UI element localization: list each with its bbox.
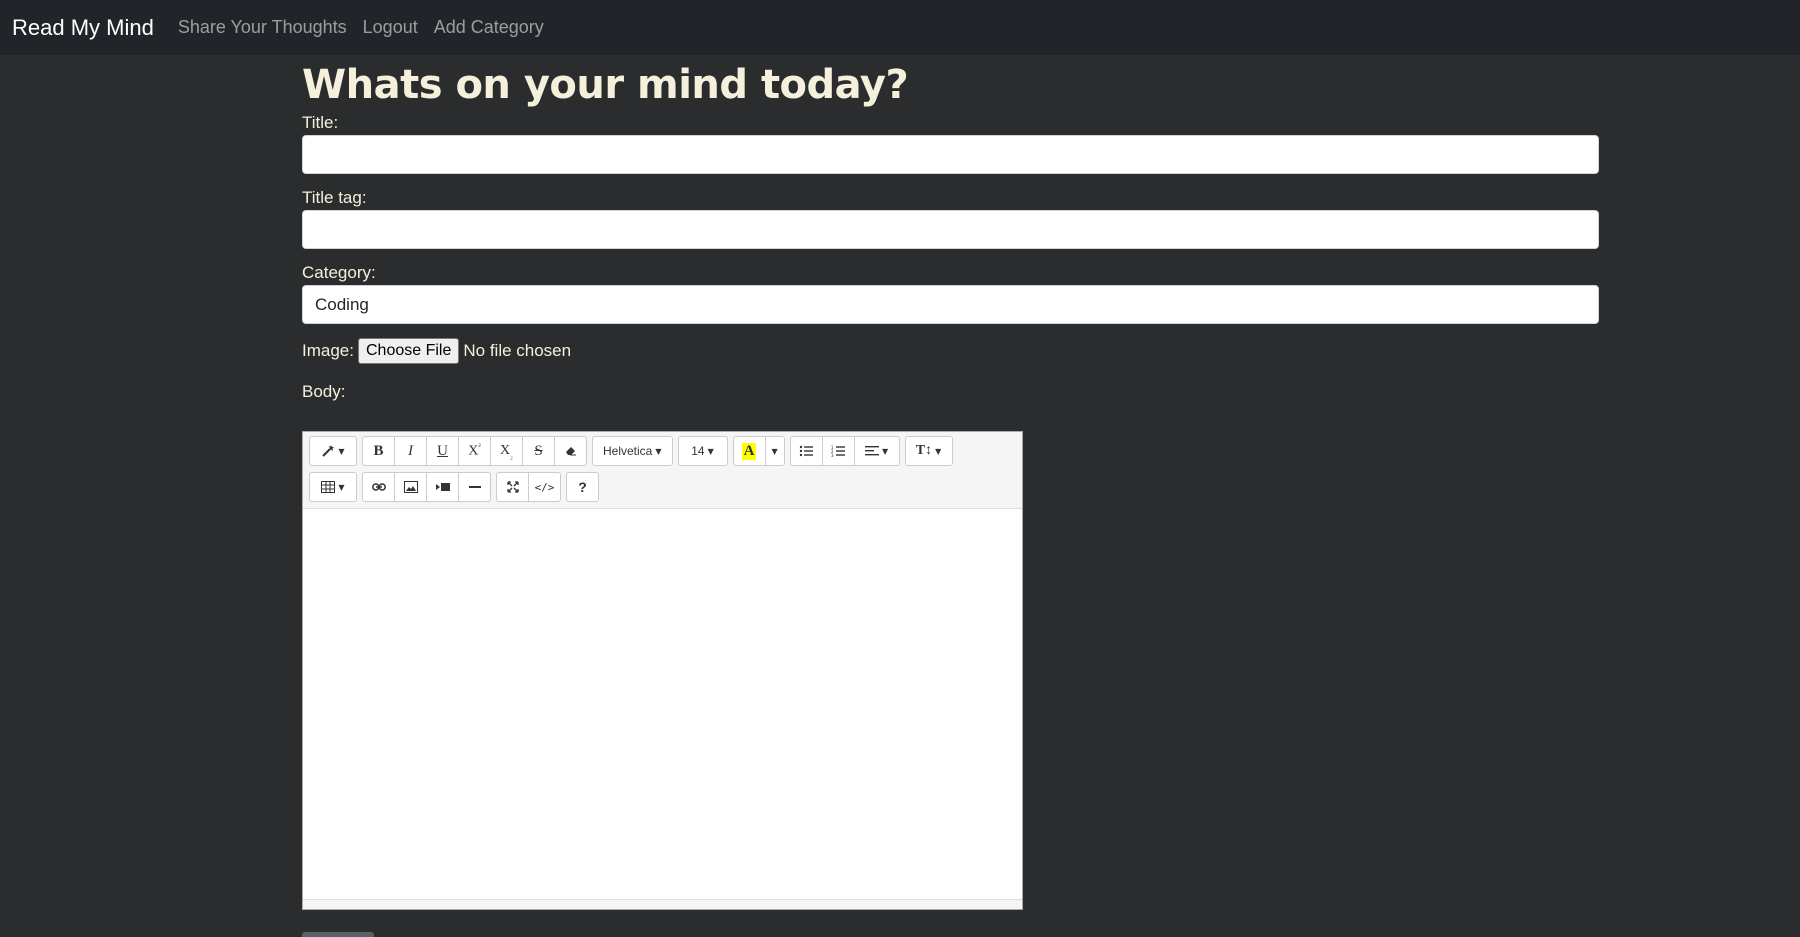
title-tag-input[interactable] bbox=[302, 210, 1599, 249]
highlight-color-button[interactable]: A bbox=[732, 436, 766, 466]
font-name-value: Helvetica bbox=[603, 444, 653, 458]
color-dropdown-button[interactable]: ▼ bbox=[764, 436, 785, 466]
font-name-dropdown[interactable]: Helvetica ▼ bbox=[592, 436, 673, 466]
nav-link-add-category[interactable]: Add Category bbox=[434, 17, 544, 38]
caret-down-icon: ▼ bbox=[881, 446, 889, 456]
picture-icon bbox=[403, 481, 418, 493]
numbered-list-icon: 123 bbox=[831, 445, 846, 457]
caret-down-icon: ▼ bbox=[338, 482, 345, 492]
choose-file-button[interactable]: Choose File bbox=[357, 338, 460, 364]
category-select[interactable]: Coding bbox=[302, 285, 1599, 324]
line-height-dropdown[interactable]: T↕ ▼ bbox=[904, 436, 953, 466]
caret-down-icon: ▼ bbox=[707, 446, 714, 456]
caret-down-icon: ▼ bbox=[935, 446, 942, 456]
insert-link-button[interactable] bbox=[362, 472, 395, 502]
font-size-value: 14 bbox=[691, 444, 705, 458]
no-file-text: No file chosen bbox=[463, 341, 572, 360]
align-left-icon bbox=[864, 446, 879, 456]
highlight-a-icon: A bbox=[741, 442, 757, 460]
style-dropdown-button[interactable]: ▼ bbox=[309, 436, 357, 466]
clear-format-button[interactable] bbox=[554, 436, 587, 466]
italic-button[interactable]: I bbox=[394, 436, 427, 466]
italic-icon: I bbox=[408, 442, 413, 459]
strikethrough-button[interactable]: S bbox=[522, 436, 555, 466]
magic-wand-icon bbox=[322, 445, 335, 457]
nav-link-share-your-thoughts[interactable]: Share Your Thoughts bbox=[178, 17, 347, 38]
title-tag-group: Title tag: bbox=[302, 186, 1599, 249]
video-icon bbox=[435, 483, 450, 491]
code-icon: </> bbox=[534, 480, 555, 494]
title-input[interactable] bbox=[302, 135, 1599, 174]
title-group: Title: bbox=[302, 111, 1599, 174]
subscript-button[interactable]: X₂ bbox=[490, 436, 523, 466]
unordered-list-button[interactable] bbox=[789, 436, 823, 466]
code-view-button[interactable]: </> bbox=[528, 472, 561, 502]
main-container: Whats on your mind today? Title: Title t… bbox=[302, 55, 1599, 910]
font-size-dropdown[interactable]: 14 ▼ bbox=[677, 436, 728, 466]
insert-video-button[interactable] bbox=[426, 472, 459, 502]
strikethrough-icon: S bbox=[534, 442, 543, 459]
bold-button[interactable]: B bbox=[362, 436, 395, 466]
text-height-icon: T↕ bbox=[915, 443, 933, 458]
submit-button[interactable] bbox=[302, 932, 374, 937]
title-label: Title: bbox=[302, 113, 339, 132]
bold-icon: B bbox=[373, 442, 384, 459]
caret-down-icon: ▼ bbox=[338, 446, 345, 456]
title-tag-label: Title tag: bbox=[302, 188, 367, 207]
horizontal-rule-button[interactable] bbox=[458, 472, 491, 502]
nav-link-logout[interactable]: Logout bbox=[363, 17, 418, 38]
insert-picture-button[interactable] bbox=[394, 472, 427, 502]
rich-text-editor: ▼ B I U X² X₂ S Helvetica ▼ 14 ▼ A ▼ 1 2… bbox=[302, 431, 1023, 910]
table-icon bbox=[321, 481, 336, 493]
editor-content-area[interactable] bbox=[303, 509, 1022, 904]
question-icon: ? bbox=[578, 479, 587, 495]
svg-text:3: 3 bbox=[831, 453, 834, 457]
help-button[interactable]: ? bbox=[566, 472, 599, 502]
table-dropdown-button[interactable]: ▼ bbox=[309, 472, 357, 502]
page-title: Whats on your mind today? bbox=[302, 62, 909, 108]
link-icon bbox=[371, 483, 386, 491]
subscript-icon: X₂ bbox=[500, 442, 513, 460]
superscript-icon: X² bbox=[468, 442, 481, 459]
underline-icon: U bbox=[437, 442, 448, 459]
editor-resize-bar[interactable] bbox=[303, 899, 1022, 909]
ordered-list-button[interactable]: 123 bbox=[821, 436, 855, 466]
caret-down-icon: ▼ bbox=[655, 446, 662, 456]
fullscreen-button[interactable] bbox=[496, 472, 529, 502]
image-label: Image: bbox=[302, 341, 354, 360]
brand-link[interactable]: Read My Mind bbox=[12, 15, 154, 41]
editor-toolbar: ▼ B I U X² X₂ S Helvetica ▼ 14 ▼ A ▼ 1 2… bbox=[303, 432, 1022, 509]
caret-down-icon: ▼ bbox=[771, 446, 778, 456]
body-label: Body: bbox=[302, 382, 346, 401]
expand-icon bbox=[506, 481, 519, 493]
minus-icon bbox=[468, 486, 481, 488]
category-label: Category: bbox=[302, 263, 376, 282]
image-row: Image: Choose File No file chosen bbox=[302, 336, 1599, 366]
eraser-icon bbox=[565, 447, 576, 456]
bullet-list-icon bbox=[799, 445, 814, 457]
paragraph-align-dropdown[interactable]: ▼ bbox=[853, 436, 900, 466]
superscript-button[interactable]: X² bbox=[458, 436, 491, 466]
category-selected-value: Coding bbox=[315, 294, 369, 314]
navbar: Read My Mind Share Your Thoughts Logout … bbox=[0, 0, 1800, 55]
toolbar-row-2: ▼ </> ? bbox=[309, 472, 1022, 504]
toolbar-row-1: ▼ B I U X² X₂ S Helvetica ▼ 14 ▼ A ▼ 1 2… bbox=[309, 436, 1022, 468]
underline-button[interactable]: U bbox=[426, 436, 459, 466]
category-group: Category: Coding bbox=[302, 261, 1599, 324]
